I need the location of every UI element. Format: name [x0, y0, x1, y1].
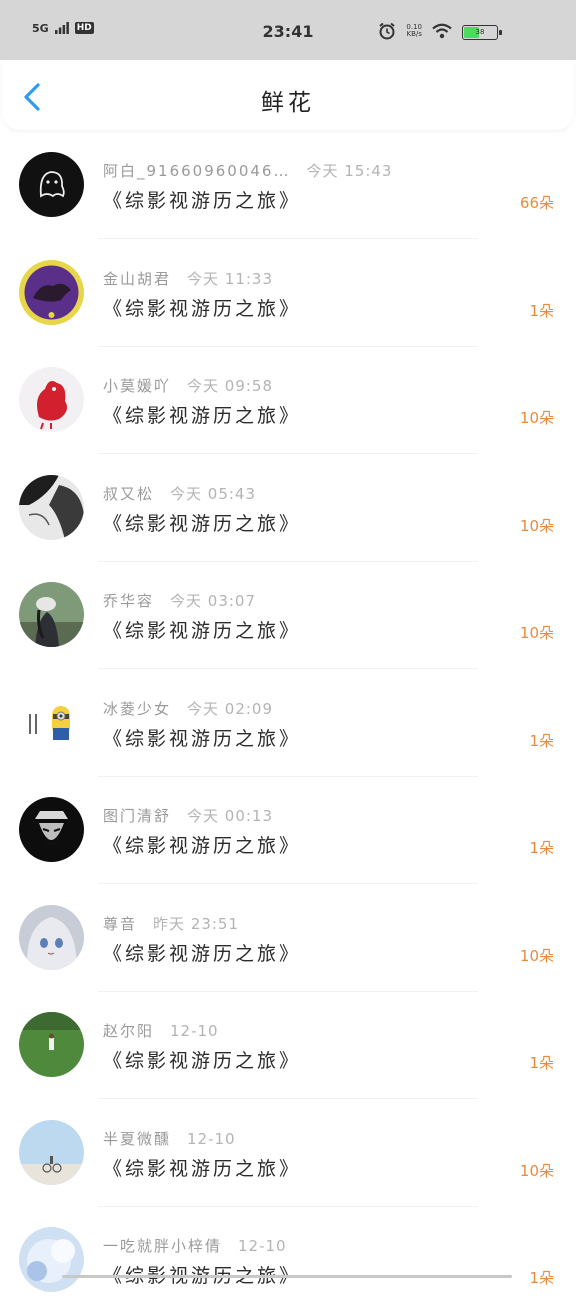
- book-title: 《综影视游历之旅》: [103, 297, 302, 320]
- send-time: 今天 02:09: [187, 699, 274, 718]
- list-item[interactable]: 一吃就胖小梓倩 12-10 《综影视游历之旅》 1朵: [0, 1205, 576, 1313]
- send-time: 今天 05:43: [170, 484, 257, 503]
- flower-count: 1朵: [529, 1269, 554, 1287]
- list-item[interactable]: 乔华容 今天 03:07 《综影视游历之旅》 10朵: [0, 560, 576, 669]
- book-title: 《综影视游历之旅》: [103, 942, 302, 965]
- sender-name: 乔华容: [103, 592, 155, 610]
- avatar[interactable]: [19, 1227, 84, 1292]
- flower-count: 10朵: [519, 1161, 554, 1180]
- sender-line: 一吃就胖小梓倩 12-10: [103, 1235, 287, 1256]
- alarm-icon: [379, 22, 396, 40]
- flower-count: 1朵: [529, 301, 554, 320]
- send-time: 12-10: [187, 1129, 236, 1148]
- sender-line: 图门清舒 今天 00:13: [103, 805, 273, 826]
- flower-count: 10朵: [519, 516, 554, 535]
- sender-name: 冰菱少女: [103, 699, 172, 718]
- scroll-indicator: [62, 1275, 512, 1278]
- sender-line: 半夏微醺 12-10: [103, 1128, 236, 1149]
- list-item[interactable]: 冰菱少女 今天 02:09 《综影视游历之旅》 1朵: [0, 668, 576, 777]
- send-time: 今天 03:07: [170, 592, 257, 610]
- avatar[interactable]: [19, 797, 84, 862]
- sender-name: 尊音: [103, 914, 138, 933]
- list-item[interactable]: 赵尔阳 12-10 《综影视游历之旅》 1朵: [0, 990, 576, 1099]
- sender-name: 金山胡君: [103, 269, 172, 288]
- status-bar: 5G HD 23:41 0.10 KB/s 38: [0, 0, 576, 60]
- sender-line: 金山胡君 今天 11:33: [103, 268, 273, 289]
- send-time: 12-10: [238, 1237, 287, 1255]
- sender-name: 阿白_91660960046…: [103, 162, 291, 180]
- list-item[interactable]: 小莫媛吖 今天 09:58 《综影视游历之旅》 10朵: [0, 345, 576, 454]
- avatar[interactable]: [19, 1119, 84, 1185]
- book-title: 《综影视游历之旅》: [103, 1050, 302, 1072]
- nav-bar: 鲜花: [2, 60, 574, 130]
- list-item[interactable]: 半夏微醺 12-10 《综影视游历之旅》 10朵: [0, 1098, 576, 1207]
- sender-name: 小莫媛吖: [103, 377, 172, 395]
- book-title: 《综影视游历之旅》: [103, 727, 302, 750]
- list-item[interactable]: 阿白_91660960046… 今天 15:43 《综影视游历之旅》 66朵: [0, 130, 576, 239]
- sender-line: 赵尔阳 12-10: [103, 1020, 219, 1041]
- flower-count: 1朵: [529, 1054, 554, 1072]
- list-item[interactable]: 金山胡君 今天 11:33 《综影视游历之旅》 1朵: [0, 238, 576, 347]
- battery-icon: 38: [462, 25, 502, 40]
- flower-count: 1朵: [529, 731, 554, 750]
- sender-line: 小莫媛吖 今天 09:58: [103, 375, 273, 396]
- book-title: 《综影视游历之旅》: [103, 835, 302, 857]
- avatar[interactable]: [19, 474, 84, 540]
- avatar[interactable]: [19, 1012, 84, 1077]
- send-time: 今天 09:58: [187, 377, 274, 395]
- page-title: 鲜花: [261, 90, 315, 116]
- avatar[interactable]: [19, 259, 84, 325]
- avatar[interactable]: [19, 904, 84, 970]
- sender-name: 半夏微醺: [103, 1129, 172, 1148]
- sender-line: 尊音 昨天 23:51: [103, 913, 239, 934]
- flower-list: 阿白_91660960046… 今天 15:43 《综影视游历之旅》 66朵 金山…: [0, 130, 576, 1313]
- net-speed-unit: KB/s: [406, 30, 422, 38]
- list-item[interactable]: 尊音 昨天 23:51 《综影视游历之旅》 10朵: [0, 883, 576, 992]
- sender-line: 乔华容 今天 03:07: [103, 590, 256, 611]
- flower-count: 10朵: [519, 624, 554, 642]
- avatar[interactable]: [19, 367, 84, 432]
- book-title: 《综影视游历之旅》: [103, 512, 302, 535]
- sender-name: 一吃就胖小梓倩: [103, 1237, 223, 1255]
- sender-name: 赵尔阳: [103, 1022, 155, 1040]
- send-time: 今天 00:13: [187, 807, 274, 825]
- book-title: 《综影视游历之旅》: [103, 405, 302, 427]
- send-time: 昨天 23:51: [153, 914, 240, 933]
- flower-count: 10朵: [519, 409, 554, 427]
- avatar[interactable]: [19, 582, 84, 647]
- book-title: 《综影视游历之旅》: [103, 1157, 302, 1180]
- sender-name: 叔又松: [103, 484, 155, 503]
- send-time: 今天 15:43: [306, 162, 393, 180]
- flower-count: 10朵: [519, 946, 554, 965]
- book-title: 《综影视游历之旅》: [103, 620, 302, 642]
- avatar[interactable]: [19, 152, 84, 217]
- list-item[interactable]: 叔又松 今天 05:43 《综影视游历之旅》 10朵: [0, 453, 576, 562]
- send-time: 今天 11:33: [187, 269, 274, 288]
- sender-name: 图门清舒: [103, 807, 172, 825]
- list-item[interactable]: 图门清舒 今天 00:13 《综影视游历之旅》 1朵: [0, 775, 576, 884]
- sender-line: 叔又松 今天 05:43: [103, 483, 256, 504]
- sender-line: 阿白_91660960046… 今天 15:43: [103, 160, 392, 181]
- flower-count: 66朵: [519, 194, 554, 212]
- flower-count: 1朵: [529, 839, 554, 857]
- net-speed: 0.10 KB/s: [406, 24, 422, 38]
- send-time: 12-10: [170, 1022, 219, 1040]
- battery-percent: 38: [475, 28, 485, 36]
- wifi-icon: [432, 23, 452, 39]
- avatar[interactable]: [19, 689, 84, 755]
- book-title: 《综影视游历之旅》: [103, 190, 302, 212]
- sender-line: 冰菱少女 今天 02:09: [103, 698, 273, 719]
